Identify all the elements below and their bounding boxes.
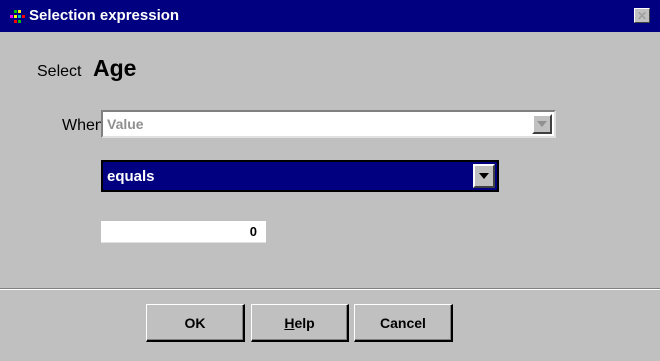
close-button[interactable]: ✕ xyxy=(634,8,650,23)
help-button-label: elp xyxy=(294,314,315,331)
window-title: Selection expression xyxy=(29,7,180,24)
when-label: When xyxy=(62,117,104,134)
operator-dropdown-value: equals xyxy=(107,167,155,185)
ok-button-label: OK xyxy=(184,314,206,331)
cancel-button-label: Cancel xyxy=(380,314,426,331)
when-dropdown-value: Value xyxy=(107,116,144,132)
value-input[interactable]: 0 xyxy=(101,221,266,243)
cancel-button[interactable]: Cancel xyxy=(354,304,453,342)
help-button-mnemonic: H xyxy=(284,314,295,331)
close-icon: ✕ xyxy=(636,9,648,23)
title-bar: Selection expression ✕ xyxy=(0,0,660,32)
operator-dropdown[interactable]: equals xyxy=(101,160,499,192)
when-dropdown[interactable]: Value xyxy=(101,110,556,138)
chevron-down-icon xyxy=(479,173,489,179)
select-label: Select xyxy=(37,63,82,80)
button-area-divider xyxy=(0,288,660,290)
ok-button[interactable]: OK xyxy=(146,304,245,342)
chevron-down-icon xyxy=(537,121,547,127)
when-dropdown-arrow-button[interactable] xyxy=(532,114,552,134)
operator-dropdown-arrow-button[interactable] xyxy=(473,164,495,188)
help-button[interactable]: Help xyxy=(251,304,349,342)
selected-field-name: Age xyxy=(93,55,137,81)
app-grid-icon xyxy=(10,10,25,23)
